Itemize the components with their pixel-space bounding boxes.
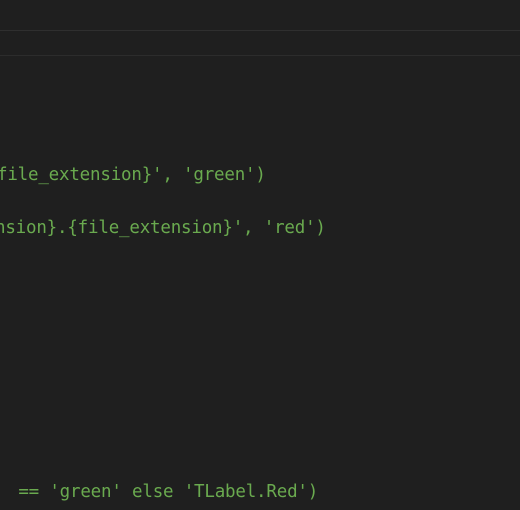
code-line[interactable]: nsion}.{file_extension}', 'red') [0, 217, 326, 239]
code-line[interactable]: == 'green' else 'TLabel.Red') [8, 481, 318, 503]
code-editor[interactable]: file_extension}', 'green') nsion}.{file_… [0, 0, 520, 510]
sticky-scroll-band [0, 31, 520, 55]
code-line[interactable]: file_extension}', 'green') [0, 164, 266, 186]
editor-separator-bottom [0, 55, 520, 56]
